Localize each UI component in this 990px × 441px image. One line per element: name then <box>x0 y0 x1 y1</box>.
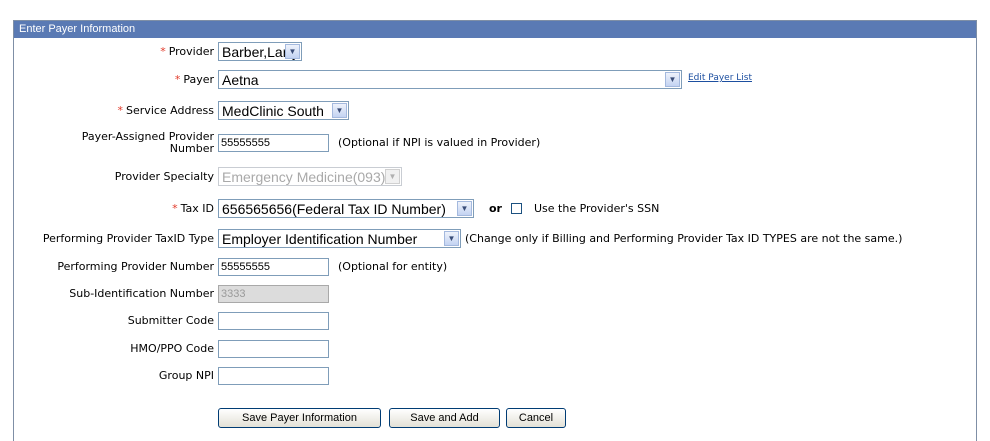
submitter-code-label: Submitter Code <box>127 314 214 327</box>
save-payer-information-button[interactable]: Save Payer Information <box>218 408 381 428</box>
use-provider-ssn-checkbox[interactable] <box>511 203 522 214</box>
save-and-add-button[interactable]: Save and Add <box>389 408 500 428</box>
performing-provider-number-hint: (Optional for entity) <box>338 260 448 273</box>
group-npi-input[interactable] <box>218 367 329 385</box>
payer-label: * Payer <box>174 73 214 86</box>
hmo-ppo-code-input[interactable] <box>218 340 329 358</box>
required-marker: * <box>160 45 166 58</box>
tax-id-row: * Tax ID 656565656(Federal Tax ID Number)… <box>14 198 974 220</box>
hmo-ppo-code-label: HMO/PPO Code <box>130 342 214 355</box>
performing-taxid-type-label: Performing Provider TaxID Type <box>42 232 214 245</box>
payer-assigned-number-hint: (Optional if NPI is valued in Provider) <box>338 136 541 149</box>
panel-title: Enter Payer Information <box>14 21 976 38</box>
performing-provider-number-row: Performing Provider Number 55555555 (Opt… <box>14 256 974 278</box>
hmo-ppo-code-row: HMO/PPO Code <box>14 338 974 360</box>
sub-identification-row: Sub-Identification Number 3333 <box>14 283 974 305</box>
performing-taxid-type-row: Performing Provider TaxID Type Employer … <box>14 228 974 250</box>
submitter-code-row: Submitter Code <box>14 310 974 332</box>
performing-provider-number-label: Performing Provider Number <box>57 260 214 273</box>
action-buttons: Save Payer Information Save and Add Canc… <box>14 408 974 430</box>
service-address-select[interactable]: MedClinic South ▼ <box>218 101 349 120</box>
performing-taxid-type-hint: (Change only if Billing and Performing P… <box>465 232 903 245</box>
provider-select[interactable]: Barber,Larry ▼ <box>218 42 302 61</box>
payer-information-panel: Enter Payer Information * Provider Barber… <box>13 20 977 441</box>
performing-provider-number-input[interactable]: 55555555 <box>218 258 329 276</box>
sub-identification-input: 3333 <box>218 285 329 303</box>
or-text: or <box>489 202 502 215</box>
edit-payer-list-link[interactable]: Edit Payer List <box>688 73 752 83</box>
payer-assigned-number-label: Payer-Assigned Provider Number <box>81 130 214 155</box>
tax-id-select[interactable]: 656565656(Federal Tax ID Number) ▼ <box>218 199 474 218</box>
use-provider-ssn-label: Use the Provider's SSN <box>534 202 660 215</box>
payer-row: * Payer Aetna ▼ Edit Payer List <box>14 69 974 91</box>
payer-assigned-number-row: Payer-Assigned Provider Number 55555555 (… <box>14 130 974 155</box>
chevron-down-icon[interactable]: ▼ <box>332 103 347 118</box>
chevron-down-icon: ▼ <box>385 169 400 184</box>
submitter-code-input[interactable] <box>218 312 329 330</box>
service-address-label: * Service Address <box>117 104 214 117</box>
payer-assigned-number-input[interactable]: 55555555 <box>218 134 329 152</box>
sub-identification-label: Sub-Identification Number <box>69 287 214 300</box>
tax-id-label: * Tax ID <box>172 202 214 215</box>
chevron-down-icon[interactable]: ▼ <box>285 44 300 59</box>
provider-specialty-label: Provider Specialty <box>114 170 214 183</box>
performing-taxid-type-select[interactable]: Employer Identification Number ▼ <box>218 229 461 248</box>
chevron-down-icon[interactable]: ▼ <box>444 231 459 246</box>
chevron-down-icon[interactable]: ▼ <box>665 72 680 87</box>
payer-select[interactable]: Aetna ▼ <box>218 70 682 89</box>
service-address-row: * Service Address MedClinic South ▼ <box>14 100 974 122</box>
group-npi-label: Group NPI <box>158 369 214 382</box>
provider-specialty-select: Emergency Medicine(093) ▼ <box>218 167 402 186</box>
cancel-button[interactable]: Cancel <box>506 408 566 428</box>
provider-label: * Provider <box>160 45 214 58</box>
group-npi-row: Group NPI <box>14 365 974 387</box>
provider-specialty-row: Provider Specialty Emergency Medicine(09… <box>14 166 974 188</box>
chevron-down-icon[interactable]: ▼ <box>457 201 472 216</box>
provider-row: * Provider Barber,Larry ▼ <box>14 41 974 63</box>
